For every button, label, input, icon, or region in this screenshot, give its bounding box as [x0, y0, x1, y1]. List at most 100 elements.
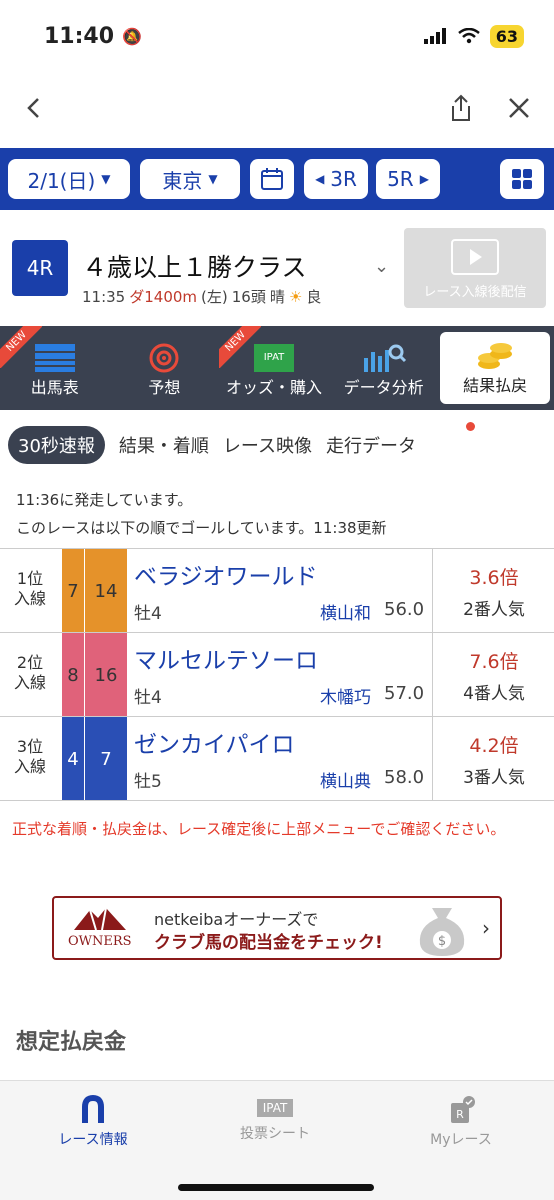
date-select[interactable]: 2/1(日) ▼	[8, 159, 130, 199]
menu-grid-button[interactable]	[500, 159, 544, 199]
sex-age: 牡4	[134, 604, 162, 624]
video-placeholder[interactable]: レース入線後配信	[404, 228, 546, 308]
nav-race-info[interactable]: レース情報	[18, 1094, 168, 1149]
venue-select[interactable]: 東京 ▼	[140, 159, 240, 199]
new-ribbon: NEW	[219, 326, 262, 368]
divider	[432, 549, 433, 633]
notice-text: 正式な着順・払戻金は、レース確定後に上部メニューでご確認ください。	[12, 820, 506, 838]
tab-entries[interactable]: NEW 出馬表	[0, 326, 110, 410]
race-details: 11:35 ダ1400m (左) 16頭 晴 ☀ 良	[82, 286, 321, 307]
grid-icon	[512, 169, 532, 189]
tab-results[interactable]: 結果払戻	[440, 332, 550, 404]
waku-number: 4	[62, 717, 84, 801]
carried-weight: 57.0	[384, 683, 425, 704]
jockey-name[interactable]: 横山典	[320, 767, 371, 792]
tab-label: 予想	[148, 378, 181, 397]
chevron-down-icon[interactable]: ⌄	[374, 256, 389, 277]
mute-bell-icon: 🔕	[122, 26, 142, 46]
svg-text:R: R	[456, 1108, 464, 1121]
jockey-name[interactable]: 木幡巧	[320, 683, 371, 708]
status-bar: 11:40 🔕 63	[0, 0, 554, 72]
sub-tabs: 30秒速報 結果・着順 レース映像 走行データ	[8, 422, 475, 464]
finish-position: 2位 入線	[13, 653, 46, 692]
divider	[432, 717, 433, 801]
waku-number: 8	[62, 633, 84, 717]
back-icon[interactable]	[24, 96, 44, 120]
caret-down-icon: ▼	[101, 172, 111, 186]
race-title: ４歳以上１勝クラス	[82, 253, 307, 282]
nav-label: Myレース	[430, 1132, 492, 1148]
calendar-button[interactable]	[250, 159, 294, 199]
wifi-icon	[457, 28, 480, 44]
result-row[interactable]: 3位 入線 4 7 ゼンカイパイロ 牡5 横山典 58.0 4.2倍 3番人気	[0, 716, 554, 801]
divider	[432, 633, 433, 717]
odds: 3.6倍	[469, 567, 519, 589]
sun-icon: ☀	[288, 287, 303, 306]
main-tabs: NEW 出馬表 予想 NEW IPAT オッズ・購入 データ分析 結果払戻	[0, 326, 554, 410]
race-heads: 16頭	[231, 288, 266, 306]
caret-right-icon: ▶	[419, 172, 429, 186]
bottom-nav: レース情報 IPAT 投票シート R Myレース	[0, 1080, 554, 1200]
result-row[interactable]: 2位 入線 8 16 マルセルテソーロ 牡4 木幡巧 57.0 7.6倍 4番人気	[0, 632, 554, 717]
tab-label: データ分析	[343, 378, 424, 397]
nav-bar	[0, 72, 554, 144]
coins-icon	[478, 343, 513, 369]
chart-search-icon	[363, 344, 406, 372]
nav-label: 投票シート	[240, 1126, 310, 1142]
chevron-right-icon: ›	[482, 916, 490, 940]
nav-my-race[interactable]: R Myレース	[386, 1095, 536, 1149]
signal-icon	[423, 28, 446, 44]
battery-indicator: 63	[489, 24, 524, 48]
home-indicator	[178, 1184, 374, 1191]
close-icon[interactable]	[508, 97, 530, 119]
subtab-video[interactable]: レース映像	[223, 432, 312, 458]
horse-name[interactable]: ベラジオワールド	[134, 557, 318, 591]
race-course: ダ1400m	[129, 288, 198, 306]
result-row[interactable]: 1位 入線 7 14 ベラジオワールド 牡4 横山和 56.0 3.6倍 2番人気	[0, 548, 554, 633]
svg-text:IPAT: IPAT	[264, 352, 285, 363]
section-title: 想定払戻金	[16, 1030, 127, 1055]
calendar-icon	[261, 168, 283, 190]
clock: 11:40 🔕	[44, 23, 142, 49]
race-status-info: 11:36に発走しています。 このレースは以下の順でゴールしています。11:38…	[16, 486, 387, 542]
subtab-quick[interactable]: 30秒速報	[8, 426, 105, 464]
popularity: 3番人気	[463, 768, 525, 788]
tab-label: 結果払戻	[463, 376, 528, 395]
owners-banner[interactable]: OWNERS netkeibaオーナーズで クラブ馬の配当金をチェック! $ ›	[52, 896, 502, 960]
tab-prediction[interactable]: 予想	[110, 326, 220, 410]
subtab-results[interactable]: 結果・着順	[119, 432, 209, 458]
target-icon	[149, 343, 179, 373]
owners-logo-text: OWNERS	[68, 934, 132, 949]
popularity: 4番人気	[463, 684, 525, 704]
divider	[0, 800, 554, 801]
finish-position: 1位 入線	[13, 569, 46, 608]
ipat-icon: IPAT	[256, 1099, 294, 1117]
tab-odds[interactable]: NEW IPAT オッズ・購入	[219, 326, 329, 410]
horse-number: 7	[85, 717, 127, 801]
notification-dot	[466, 422, 475, 431]
my-race-icon: R	[451, 1096, 475, 1123]
info-line: 11:36に発走しています。	[16, 491, 193, 509]
tab-data-analysis[interactable]: データ分析	[329, 326, 439, 410]
sex-age: 牡5	[134, 772, 162, 792]
banner-line1: netkeibaオーナーズで	[154, 910, 319, 929]
new-ribbon: NEW	[0, 326, 42, 368]
subtab-running-data[interactable]: 走行データ	[326, 432, 416, 458]
prev-race-button[interactable]: ◀ 3R	[304, 159, 368, 199]
nav-bet-sheet[interactable]: IPAT 投票シート	[200, 1095, 350, 1143]
horse-name[interactable]: マルセルテソーロ	[134, 641, 318, 675]
owners-logo-icon	[74, 907, 126, 931]
race-direction: (左)	[201, 288, 228, 306]
horse-number: 14	[85, 549, 127, 633]
tab-label: オッズ・購入	[225, 378, 322, 397]
carried-weight: 58.0	[384, 767, 425, 788]
waku-number: 7	[62, 549, 84, 633]
jockey-name[interactable]: 横山和	[320, 599, 371, 624]
next-race-button[interactable]: 5R ▶	[376, 159, 440, 199]
horseshoe-icon	[82, 1094, 104, 1123]
popularity: 2番人気	[463, 600, 525, 620]
share-icon[interactable]	[450, 94, 472, 122]
race-going: 良	[306, 288, 322, 306]
horse-name[interactable]: ゼンカイパイロ	[134, 725, 295, 759]
race-number-badge: 4R	[12, 240, 68, 296]
